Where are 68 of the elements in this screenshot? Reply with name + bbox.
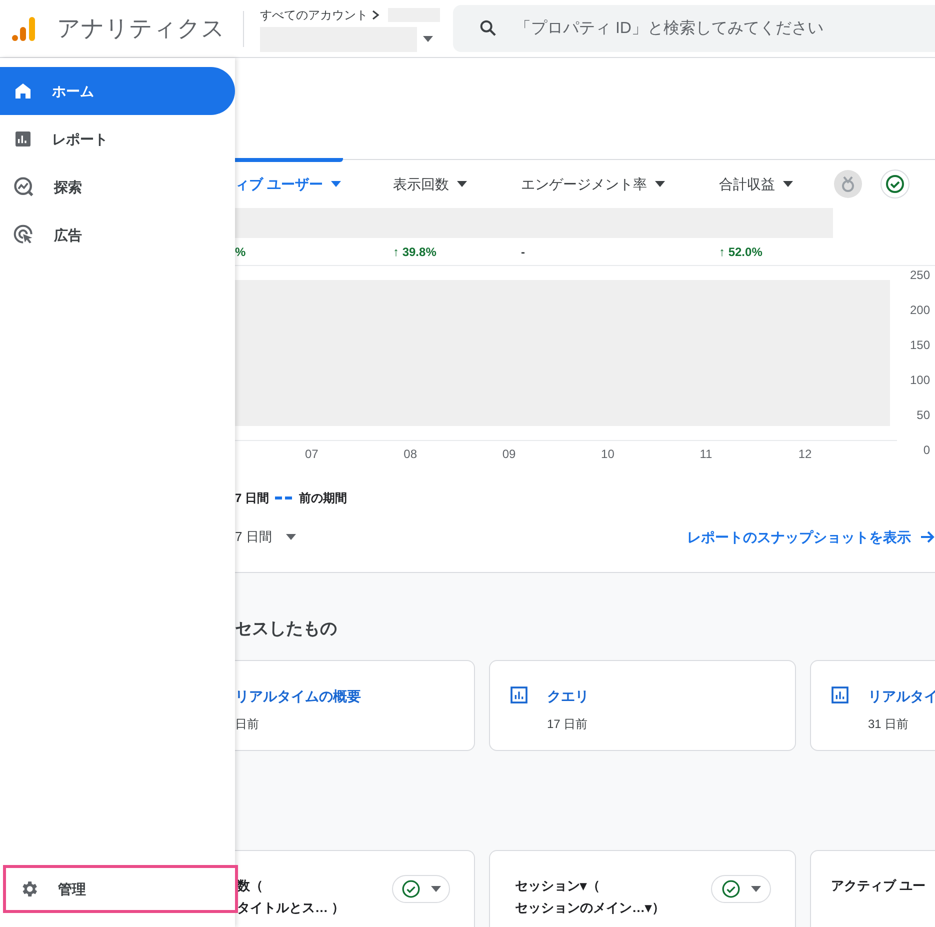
axis-label: 0	[923, 442, 930, 459]
check-circle-icon	[400, 879, 421, 899]
search-field[interactable]: 「プロパティ ID」と検索してみてください	[453, 5, 935, 52]
metric-tab[interactable]: エンゲージメント率	[521, 160, 719, 208]
metric-change: ↑ 52.0%	[719, 244, 762, 260]
card-time: 日前	[235, 716, 260, 733]
home-icon	[13, 81, 33, 101]
axis-label: 150	[910, 337, 930, 354]
caret-icon	[751, 886, 761, 892]
axis-label: 50	[916, 407, 930, 424]
app-title: アナリティクス	[57, 14, 225, 44]
card-heading: アクティブ ユー	[831, 877, 927, 895]
check-dropdown[interactable]	[392, 875, 450, 903]
axis-label: 10	[601, 446, 616, 463]
caret-icon	[330, 181, 341, 187]
cursor-target-icon	[13, 224, 35, 246]
axis-label: 09	[502, 446, 517, 463]
trend-chart-icon	[13, 176, 35, 198]
nav-item[interactable]: 広告	[0, 211, 235, 259]
snapshot-link[interactable]: レポートのスナップショットを表示	[687, 526, 935, 548]
check-circle-icon	[721, 879, 741, 899]
axis-label: 11	[700, 446, 714, 463]
recent-card[interactable]: クエリ 17 日前	[489, 660, 796, 751]
caret-icon	[783, 181, 793, 187]
bar-chart-icon	[13, 129, 33, 149]
dashed-line-icon	[275, 496, 294, 500]
caret-icon	[286, 534, 296, 540]
nav-item[interactable]: 探索	[0, 163, 235, 211]
check-circle-icon[interactable]	[880, 169, 910, 199]
chevron-right-icon	[372, 10, 380, 20]
metric-change: ↑ 39.8%	[393, 244, 436, 260]
metric-tab[interactable]: 合計収益	[719, 160, 849, 208]
card-heading: セッションのメイン…▾）	[515, 899, 666, 917]
analytics-logo-icon	[9, 14, 37, 42]
metric-tab[interactable]: ィブ ユーザー	[235, 160, 393, 208]
recent-card[interactable]: リアルタイムの概要 日前	[235, 660, 475, 751]
card-time: 31 日前	[868, 716, 910, 733]
arrow-right-icon	[921, 530, 935, 544]
caret-icon	[655, 181, 665, 187]
metric-change: -	[521, 244, 525, 260]
metric-change: %	[235, 244, 246, 260]
axis-label: 250	[910, 267, 930, 284]
legend-label: 前の期間	[299, 490, 348, 507]
caret-icon	[430, 886, 441, 892]
medal-icon[interactable]	[834, 170, 862, 198]
section-title: セスしたもの	[235, 618, 338, 640]
card-heading: タイトルとス… ）	[237, 899, 346, 917]
nav-item[interactable]: レポート	[0, 115, 235, 163]
caret-icon[interactable]	[423, 36, 433, 42]
date-range-dropdown[interactable]: 7 日間	[235, 527, 296, 547]
search-icon	[478, 18, 498, 38]
axis-label: 08	[404, 446, 418, 463]
account-breadcrumb[interactable]: すべてのアカウント	[260, 6, 368, 24]
metric-tab[interactable]: 表示回数	[393, 160, 521, 208]
axis-label: 07	[305, 446, 320, 463]
legend-label: 7 日間	[235, 490, 270, 507]
axis-label: 12	[798, 446, 813, 463]
axis-label: 200	[910, 302, 930, 319]
card-title: クエリ	[547, 687, 589, 706]
card-title: リアルタイムの概要	[235, 687, 361, 706]
nav-item[interactable]: ホーム	[0, 67, 235, 115]
caret-icon	[457, 181, 467, 187]
check-dropdown[interactable]	[711, 875, 771, 903]
card-heading: セッション▾（	[515, 877, 601, 895]
card-time: 17 日前	[547, 716, 589, 733]
axis-label: 100	[910, 372, 930, 389]
card-heading: 数（	[237, 877, 264, 895]
nav-item[interactable]: 管理	[3, 865, 238, 913]
